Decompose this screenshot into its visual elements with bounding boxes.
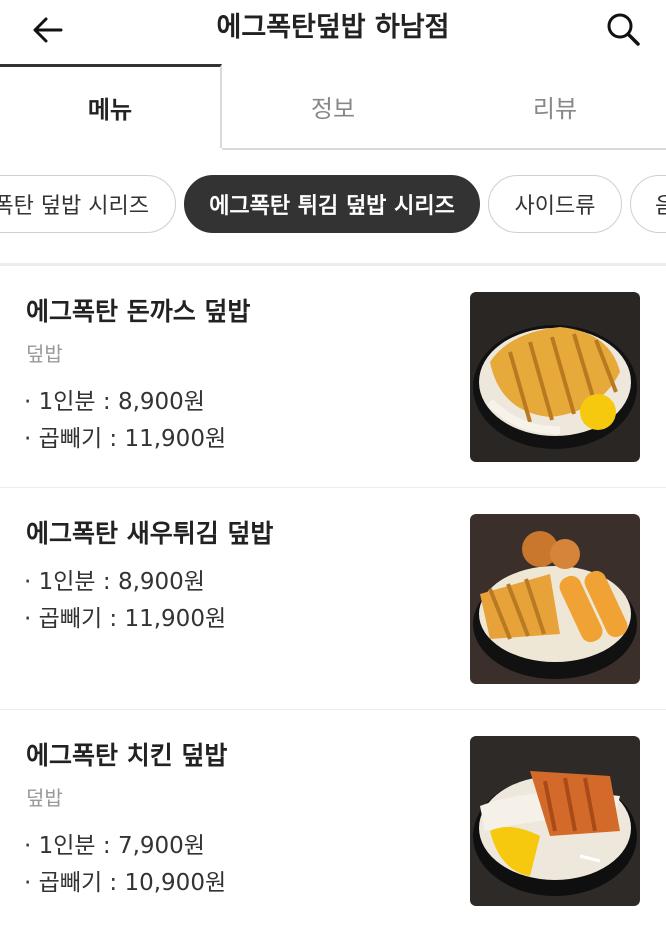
menu-item-category: 덮밥 xyxy=(26,786,63,810)
chicken-rice-bowl-image xyxy=(470,736,640,906)
tab-menu[interactable]: 메뉴 xyxy=(0,64,222,148)
search-icon xyxy=(607,13,640,46)
menu-item-category: 덮밥 xyxy=(26,342,63,366)
menu-item[interactable]: 에그폭탄 돈까스 덮밥 덮밥 · 1인분 : 8,900원 · 곱빼기 : 11… xyxy=(0,266,666,486)
shrimp-tempura-rice-bowl-image xyxy=(470,514,640,684)
tab-info[interactable]: 정보 xyxy=(222,64,444,148)
menu-item-price-large: · 곱빼기 : 11,900원 xyxy=(24,606,227,632)
menu-item-price-single: · 1인분 : 7,900원 xyxy=(24,833,205,859)
menu-item-price-single: · 1인분 : 8,900원 xyxy=(24,389,205,415)
menu-item-name: 에그폭탄 새우튀김 덮밥 xyxy=(26,519,274,548)
tab-divider xyxy=(222,148,666,150)
store-tabs: 메뉴 정보 리뷰 xyxy=(0,64,666,150)
tab-reviews[interactable]: 리뷰 xyxy=(444,64,666,148)
store-title: 에그폭탄덮밥 하남점 xyxy=(216,12,450,43)
pork-cutlet-rice-bowl-image xyxy=(470,292,640,462)
chip-egg-bomb-rice-bowl-series[interactable]: 에그폭탄 덮밥 시리즈 xyxy=(0,175,176,233)
chip-sides[interactable]: 사이드류 xyxy=(488,175,622,233)
search-button[interactable] xyxy=(602,8,644,50)
menu-item-name: 에그폭탄 돈까스 덮밥 xyxy=(26,297,251,326)
menu-item-price-single: · 1인분 : 8,900원 xyxy=(24,569,205,595)
menu-item-price-large: · 곱빼기 : 10,900원 xyxy=(24,870,227,896)
category-chip-row[interactable]: 에그폭탄 덮밥 시리즈 에그폭탄 튀김 덮밥 시리즈 사이드류 음료 xyxy=(0,172,666,238)
chip-drinks[interactable]: 음료 xyxy=(630,175,666,233)
top-app-bar: 에그폭탄덮밥 하남점 xyxy=(0,0,666,62)
menu-item[interactable]: 에그폭탄 치킨 덮밥 덮밥 · 1인분 : 7,900원 · 곱빼기 : 10,… xyxy=(0,710,666,929)
menu-item-name: 에그폭탄 치킨 덮밥 xyxy=(26,741,228,770)
menu-item[interactable]: 에그폭탄 새우튀김 덮밥 · 1인분 : 8,900원 · 곱빼기 : 11,9… xyxy=(0,488,666,708)
chip-egg-bomb-fried-rice-bowl-series[interactable]: 에그폭탄 튀김 덮밥 시리즈 xyxy=(184,175,480,233)
menu-item-price-large: · 곱빼기 : 11,900원 xyxy=(24,426,227,452)
